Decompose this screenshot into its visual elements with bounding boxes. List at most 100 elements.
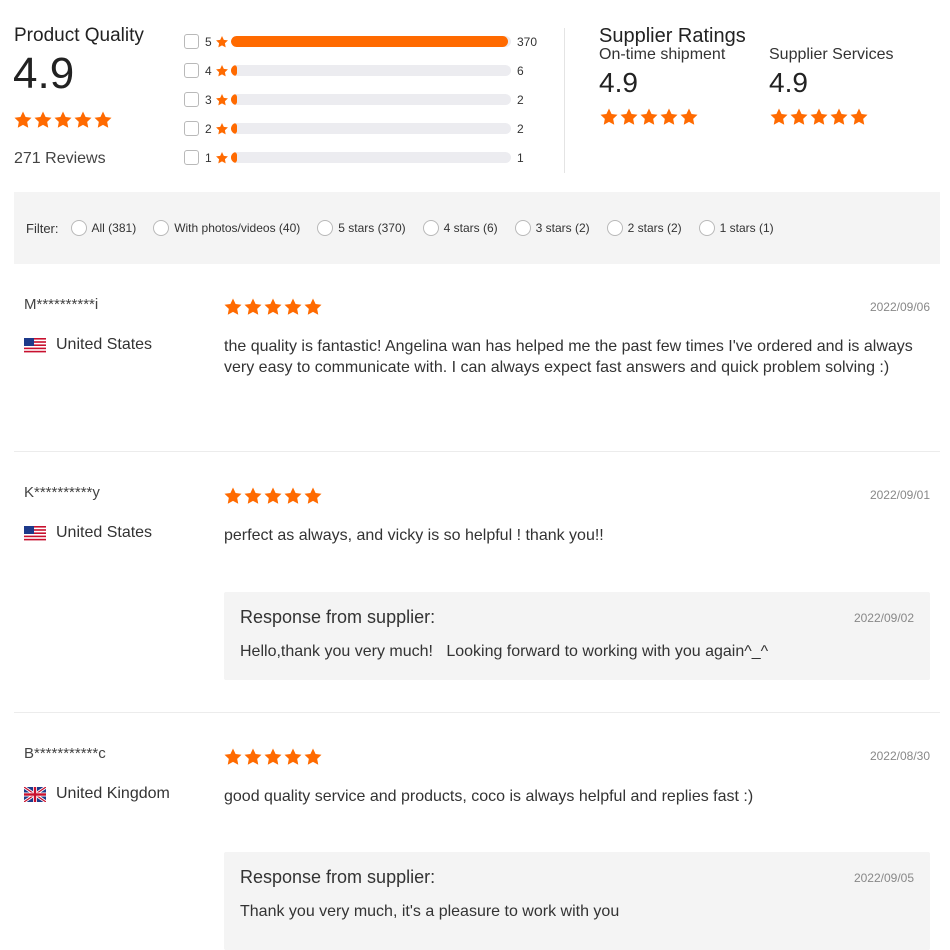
- filter-option-all[interactable]: All (381): [70, 220, 136, 236]
- reviewer-country: United States: [24, 336, 152, 354]
- distribution-star-number: 5: [205, 34, 212, 49]
- star-icon: [215, 151, 229, 165]
- filter-option-label: 1 stars (1): [719, 221, 774, 235]
- rating-summary: Product Quality 4.9 271 Reviews 5 370 4 …: [0, 0, 950, 190]
- filter-checkbox[interactable]: [184, 63, 199, 78]
- star-icon: [789, 107, 809, 127]
- response-title: Response from supplier:: [240, 867, 436, 887]
- distribution-bar: [231, 65, 511, 76]
- review-text: good quality service and products, coco …: [224, 788, 754, 805]
- radio-button[interactable]: [514, 220, 531, 236]
- distribution-bar-fill: [231, 152, 237, 163]
- star-icon: [33, 110, 53, 130]
- radio-button[interactable]: [153, 220, 170, 236]
- reviewer-name: K**********y: [24, 484, 100, 501]
- filter-bar: Filter: All (381) With photos/videos (40…: [14, 192, 940, 264]
- review-date: 2022/09/01: [869, 488, 930, 502]
- radio-button[interactable]: [422, 220, 439, 236]
- star-icon: [829, 107, 849, 127]
- us-flag-icon: [24, 337, 46, 353]
- filter-checkbox[interactable]: [184, 92, 199, 107]
- review-stars: [223, 297, 323, 317]
- supplier-ratings-title: Supplier Ratings: [599, 25, 746, 47]
- reviewer-country: United States: [24, 524, 152, 542]
- star-icon: [263, 297, 283, 317]
- product-quality-score: 4.9: [13, 49, 75, 98]
- star-icon: [223, 486, 243, 506]
- distribution-row[interactable]: 2 2: [184, 114, 554, 143]
- on-time-shipment-rating: On-time shipment 4.9: [599, 46, 725, 127]
- filter-option-5-stars[interactable]: 5 stars (370): [317, 220, 406, 236]
- distribution-bar-fill: [231, 36, 508, 47]
- filter-checkbox[interactable]: [184, 34, 199, 49]
- review-date: 2022/09/06: [869, 300, 930, 314]
- review-item: M**********i United States 2022/09/06 th…: [14, 264, 940, 452]
- response-title: Response from supplier:: [240, 607, 436, 627]
- filter-option-4-stars[interactable]: 4 stars (6): [422, 220, 498, 236]
- supplier-response: Response from supplier: 2022/09/02 Hello…: [224, 592, 930, 680]
- rating-stars: [599, 107, 725, 127]
- review-item: B***********c United Kingdom 2022/08/30 …: [14, 713, 940, 950]
- radio-button[interactable]: [70, 220, 87, 236]
- response-text: Thank you very much, it's a pleasure to …: [240, 903, 620, 920]
- radio-button[interactable]: [317, 220, 334, 236]
- supplier-services-rating: Supplier Services 4.9: [769, 46, 894, 127]
- star-icon: [849, 107, 869, 127]
- filter-checkbox[interactable]: [184, 121, 199, 136]
- star-icon: [215, 64, 229, 78]
- star-icon: [243, 486, 263, 506]
- distribution-count: 2: [517, 92, 524, 107]
- star-icon: [659, 107, 679, 127]
- star-icon: [769, 107, 789, 127]
- response-text: Hello,thank you very much! Looking forwa…: [240, 643, 769, 660]
- section-divider: [564, 28, 565, 173]
- rating-score: 4.9: [769, 67, 808, 98]
- distribution-row[interactable]: 5 370: [184, 27, 554, 56]
- star-icon: [243, 297, 263, 317]
- country-name: United States: [56, 524, 153, 541]
- star-icon: [243, 747, 263, 767]
- review-stars: [223, 486, 323, 506]
- filter-option-label: 3 stars (2): [535, 221, 590, 235]
- star-icon: [303, 297, 323, 317]
- filter-option-2-stars[interactable]: 2 stars (2): [606, 220, 682, 236]
- star-icon: [679, 107, 699, 127]
- distribution-bar: [231, 94, 511, 105]
- star-icon: [93, 110, 113, 130]
- filter-option-label: 5 stars (370): [338, 221, 406, 235]
- response-date: 2022/09/02: [853, 611, 914, 625]
- filter-option-label: 4 stars (6): [443, 221, 498, 235]
- distribution-count: 370: [517, 34, 538, 49]
- distribution-count: 6: [517, 63, 524, 78]
- filter-checkbox[interactable]: [184, 150, 199, 165]
- star-icon: [215, 122, 229, 136]
- star-icon: [73, 110, 93, 130]
- reviewer-name: B***********c: [24, 745, 106, 762]
- filter-option-1-stars[interactable]: 1 stars (1): [698, 220, 774, 236]
- distribution-star-number: 3: [205, 92, 212, 107]
- star-icon: [303, 747, 323, 767]
- review-count: 271 Reviews: [14, 150, 106, 167]
- filter-option-photos[interactable]: With photos/videos (40): [153, 220, 300, 236]
- review-item: K**********y United States 2022/09/01 pe…: [14, 452, 940, 713]
- radio-button[interactable]: [698, 220, 715, 236]
- star-icon: [283, 297, 303, 317]
- product-quality-title: Product Quality: [14, 25, 144, 46]
- star-icon: [303, 486, 323, 506]
- star-icon: [53, 110, 73, 130]
- reviewer-country: United Kingdom: [24, 785, 170, 803]
- star-icon: [13, 110, 33, 130]
- distribution-row[interactable]: 4 6: [184, 56, 554, 85]
- filter-option-label: 2 stars (2): [627, 221, 682, 235]
- radio-button[interactable]: [606, 220, 623, 236]
- distribution-row[interactable]: 3 2: [184, 85, 554, 114]
- rating-stars: [769, 107, 894, 127]
- filter-option-3-stars[interactable]: 3 stars (2): [514, 220, 590, 236]
- star-icon: [263, 747, 283, 767]
- supplier-response: Response from supplier: 2022/09/05 Thank…: [224, 852, 930, 950]
- distribution-bar-fill: [231, 65, 237, 76]
- star-icon: [283, 747, 303, 767]
- star-icon: [223, 747, 243, 767]
- distribution-row[interactable]: 1 1: [184, 143, 554, 172]
- distribution-bar-fill: [231, 94, 237, 105]
